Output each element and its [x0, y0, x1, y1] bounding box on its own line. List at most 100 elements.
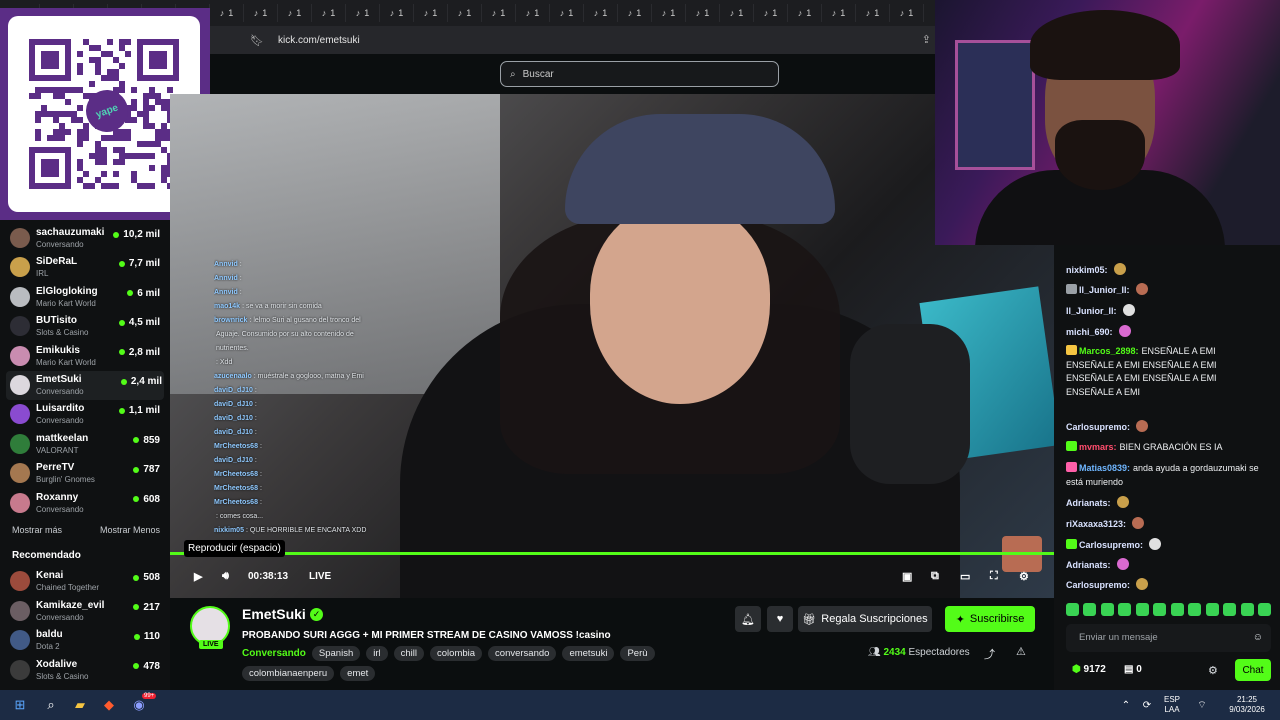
- show-less-link[interactable]: Mostrar Menos: [100, 525, 160, 535]
- browser-tab[interactable]: ♪1: [618, 4, 652, 22]
- network-icon[interactable]: ⟳: [1138, 696, 1156, 714]
- browser-tab[interactable]: ♪1: [414, 4, 448, 22]
- emoji-icon[interactable]: ☺: [1253, 632, 1263, 643]
- browser-tab[interactable]: ♪1: [788, 4, 822, 22]
- emote-icon[interactable]: [1135, 603, 1149, 616]
- windows-start-icon[interactable]: ⊞: [11, 696, 29, 714]
- stream-tag[interactable]: Perù: [620, 646, 655, 661]
- browser-tab[interactable]: ♪1: [720, 4, 754, 22]
- chat-username[interactable]: riXaxaxa3123:: [1066, 519, 1126, 529]
- sidebar-channel-row[interactable]: ElGlogloking Mario Kart World 6 mil: [10, 283, 162, 312]
- share-icon[interactable]: ⇪: [922, 33, 931, 46]
- sidebar-channel-row[interactable]: Kamikaze_evil Conversando 217: [10, 597, 162, 626]
- file-explorer-icon[interactable]: ▰: [71, 696, 89, 714]
- category-link[interactable]: Conversando: [242, 648, 306, 659]
- fullscreen-icon[interactable]: ⛶: [990, 570, 998, 583]
- sidebar-channel-row[interactable]: Xodalive Slots & Casino 478: [10, 656, 162, 685]
- wifi-icon[interactable]: ⌔: [1193, 696, 1211, 714]
- settings-icon[interactable]: ⚙: [1019, 570, 1029, 583]
- chat-username[interactable]: Marcos_2898:: [1079, 346, 1139, 356]
- chat-send-button[interactable]: Chat: [1235, 659, 1271, 681]
- chat-username[interactable]: nixkim05:: [1066, 265, 1108, 275]
- tray-chevron-icon[interactable]: ⌃: [1117, 696, 1135, 714]
- video-player[interactable]: Annvid: Annvid: Annvid: mao14k: se va a mor…: [170, 94, 1054, 598]
- stream-tag[interactable]: irl: [366, 646, 388, 661]
- browser-tab[interactable]: ♪1: [312, 4, 346, 22]
- follow-heart-button[interactable]: ♥: [767, 606, 793, 632]
- sidebar-channel-row[interactable]: SiDeRaL IRL 7,7 mil: [10, 253, 162, 282]
- browser-tab[interactable]: ♪1: [584, 4, 618, 22]
- chat-username[interactable]: Matias0839:: [1079, 463, 1130, 473]
- stream-tag[interactable]: emetsuki: [562, 646, 615, 661]
- emote-icon[interactable]: [1100, 603, 1114, 616]
- emote-icon[interactable]: [1257, 603, 1271, 616]
- browser-tab[interactable]: ♪1: [890, 4, 924, 22]
- browser-tab[interactable]: ♪1: [244, 4, 278, 22]
- stream-tag[interactable]: colombianaenperu: [242, 666, 335, 681]
- gift-subs-button[interactable]: 🎁︎ Regala Suscripciones: [798, 606, 932, 632]
- sidebar-channel-row[interactable]: BUTisito Slots & Casino 4,5 mil: [10, 312, 162, 341]
- search-input[interactable]: ⌕ Buscar: [500, 61, 779, 87]
- bookmark-icon[interactable]: 🔖︎: [250, 34, 264, 47]
- sidebar-channel-row[interactable]: Luisardito Conversando 1,1 mil: [10, 400, 162, 429]
- browser-tab[interactable]: ♪1: [516, 4, 550, 22]
- live-indicator[interactable]: LIVE: [309, 571, 331, 582]
- play-button[interactable]: ▶: [194, 570, 202, 583]
- emote-icon[interactable]: [1118, 603, 1132, 616]
- search-taskbar-icon[interactable]: ⌕: [42, 696, 60, 714]
- chat-username[interactable]: michi_690:: [1066, 327, 1113, 337]
- url-text[interactable]: kick.com/emetsuki: [278, 35, 360, 46]
- progress-bar[interactable]: [170, 552, 1054, 555]
- chat-username[interactable]: Carlosupremo:: [1079, 540, 1143, 550]
- sidebar-channel-row[interactable]: PerreTV Burglin' Gnomes 787: [10, 459, 162, 488]
- points-display[interactable]: ⬢ 9172: [1072, 664, 1106, 675]
- share-stream-icon[interactable]: ⤴: [984, 646, 995, 662]
- notification-bell-button[interactable]: 🔔︎: [735, 606, 761, 632]
- sidebar-channel-row[interactable]: Kenai Chained Together 508: [10, 567, 162, 596]
- browser-tab[interactable]: ♪1: [210, 4, 244, 22]
- clip-icon[interactable]: ⧉: [931, 570, 939, 583]
- emote-icon[interactable]: [1153, 603, 1167, 616]
- emote-icon[interactable]: [1170, 603, 1184, 616]
- show-more-link[interactable]: Mostrar más: [12, 525, 62, 535]
- emote-icon[interactable]: [1066, 603, 1079, 616]
- report-icon[interactable]: ⚠: [1016, 645, 1026, 658]
- language-indicator[interactable]: ESP LAA: [1158, 695, 1186, 715]
- stream-tag[interactable]: emet: [340, 666, 376, 681]
- chat-username[interactable]: Carlosupremo:: [1066, 580, 1130, 590]
- miniplayer-icon[interactable]: ▣: [902, 570, 912, 583]
- volume-icon[interactable]: 🔊︎: [222, 570, 229, 583]
- browser-tab[interactable]: ♪1: [652, 4, 686, 22]
- sidebar-channel-row[interactable]: sachauzumaki Conversando 10,2 mil: [10, 224, 162, 253]
- chat-username[interactable]: Adrianats:: [1066, 560, 1111, 570]
- clock[interactable]: 21:25 9/03/2026: [1224, 695, 1270, 715]
- brave-browser-icon[interactable]: ◆: [100, 696, 118, 714]
- subscribe-button[interactable]: ✦ Suscribirse: [945, 606, 1035, 632]
- sidebar-channel-row[interactable]: Emikukis Mario Kart World 2,8 mil: [10, 342, 162, 371]
- store-display[interactable]: ▤ 0: [1124, 664, 1142, 675]
- browser-tab[interactable]: ♪1: [482, 4, 516, 22]
- browser-tab[interactable]: ♪1: [448, 4, 482, 22]
- browser-tab[interactable]: ♪1: [856, 4, 890, 22]
- chat-input[interactable]: Enviar un mensaje ☺: [1066, 624, 1271, 652]
- browser-tab[interactable]: ♪1: [346, 4, 380, 22]
- sidebar-channel-row[interactable]: baldu Dota 2 110: [10, 626, 162, 655]
- chat-username[interactable]: Carlosupremo:: [1066, 422, 1130, 432]
- sidebar-channel-row[interactable]: EmetSuki Conversando 2,4 mil: [6, 371, 164, 400]
- emote-icon[interactable]: [1240, 603, 1254, 616]
- sidebar-channel-row[interactable]: mattkeelan VALORANT 859: [10, 430, 162, 459]
- browser-tab[interactable]: ♪1: [278, 4, 312, 22]
- chat-username[interactable]: Il_Junior_Il:: [1066, 306, 1117, 316]
- browser-tab[interactable]: ♪1: [380, 4, 414, 22]
- sidebar-channel-row[interactable]: Roxanny Conversando 608: [10, 489, 162, 518]
- emote-icon[interactable]: [1205, 603, 1219, 616]
- browser-tab[interactable]: ♪1: [686, 4, 720, 22]
- stream-tag[interactable]: colombia: [430, 646, 483, 661]
- chat-settings-icon[interactable]: ⚙: [1208, 664, 1218, 677]
- chat-username[interactable]: Il_Junior_Il:: [1079, 285, 1130, 295]
- browser-tab[interactable]: ♪1: [754, 4, 788, 22]
- emote-icon[interactable]: [1223, 603, 1237, 616]
- emote-icon[interactable]: [1083, 603, 1097, 616]
- browser-tab[interactable]: ♪1: [550, 4, 584, 22]
- channel-name[interactable]: EmetSuki: [242, 606, 306, 622]
